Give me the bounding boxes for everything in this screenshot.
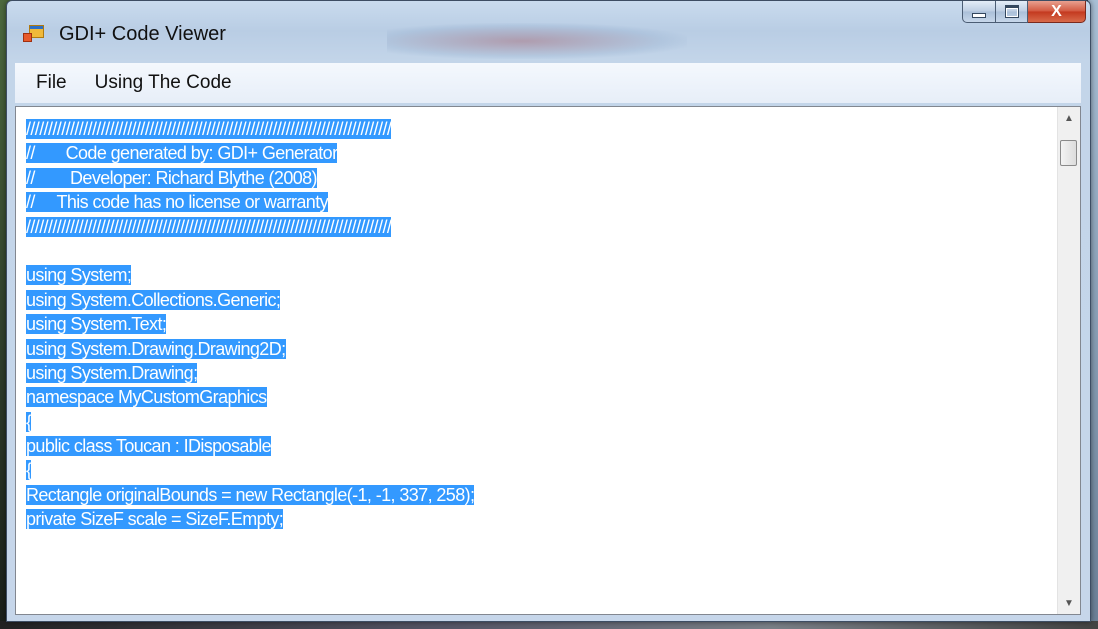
code-line-text: using System.Drawing.Drawing2D; [26,338,286,359]
maximize-button[interactable] [996,1,1028,23]
code-line-text: // Developer: Richard Blythe (2008) [26,167,318,188]
code-line: // Developer: Richard Blythe (2008) [26,166,1046,190]
code-line: using System.Drawing; [26,361,1046,385]
minimize-button[interactable] [962,1,996,23]
app-icon-small-square [23,33,32,42]
menu-bar: File Using The Code [15,63,1081,103]
code-line-text: // This code has no license or warranty [26,192,329,213]
code-line-text: { [26,411,32,432]
scroll-up-arrow-icon: ▲ [1064,112,1074,124]
caption-buttons: X [962,1,1086,25]
code-line-text: using System.Collections.Generic; [26,289,281,310]
code-textbox[interactable]: ////////////////////////////////////////… [15,106,1081,615]
code-line: using System.Collections.Generic; [26,288,1046,312]
code-line: namespace MyCustomGraphics [26,385,1046,409]
code-line-text: using System.Drawing; [26,362,198,383]
code-line-text: using System; [26,265,132,286]
code-line-text: ////////////////////////////////////////… [26,216,392,237]
title-bar-glass [387,23,687,59]
code-line: public class Toucan : IDisposable [26,434,1046,458]
maximize-icon [1004,5,1019,18]
code-line: using System; [26,263,1046,287]
code-line: ////////////////////////////////////////… [26,117,1046,141]
code-line-text: namespace MyCustomGraphics [26,387,267,408]
close-icon: X [1051,2,1062,20]
scroll-down-arrow-icon: ▼ [1064,597,1074,609]
window-title: GDI+ Code Viewer [59,23,226,45]
code-line-text: ////////////////////////////////////////… [26,119,392,139]
minimize-icon [972,13,986,18]
code-line: // This code has no license or warranty [26,190,1046,214]
code-content: ////////////////////////////////////////… [26,117,1046,532]
scroll-thumb[interactable] [1060,140,1077,166]
app-window-icon[interactable] [23,25,44,43]
code-line-text: private SizeF scale = SizeF.Empty; [26,509,284,530]
code-line-text: // Code generated by: GDI+ Generator [26,143,338,164]
menu-using-the-code[interactable]: Using The Code [82,72,245,94]
code-line: private SizeF scale = SizeF.Empty; [26,507,1046,531]
title-bar[interactable]: GDI+ Code Viewer X [7,1,1090,63]
code-line: // Code generated by: GDI+ Generator [26,141,1046,165]
desktop-background-bottom [0,621,1098,629]
code-line-text: public class Toucan : IDisposable [26,436,272,457]
code-line: using System.Drawing.Drawing2D; [26,337,1046,361]
scroll-up-button[interactable]: ▲ [1058,107,1080,129]
code-line: ////////////////////////////////////////… [26,215,1046,239]
close-button[interactable]: X [1028,1,1086,23]
code-line: Rectangle originalBounds = new Rectangle… [26,483,1046,507]
app-window: GDI+ Code Viewer X File Using The Code /… [6,0,1091,622]
code-line-text: { [26,460,32,481]
menu-file[interactable]: File [23,72,80,94]
code-line: using System.Text; [26,312,1046,336]
vertical-scrollbar[interactable]: ▲ ▼ [1057,107,1080,614]
scroll-down-button[interactable]: ▼ [1058,592,1080,614]
code-line: { [26,410,1046,434]
code-line-text: using System.Text; [26,314,167,335]
code-line: { [26,458,1046,482]
code-line-text: Rectangle originalBounds = new Rectangle… [26,484,475,505]
